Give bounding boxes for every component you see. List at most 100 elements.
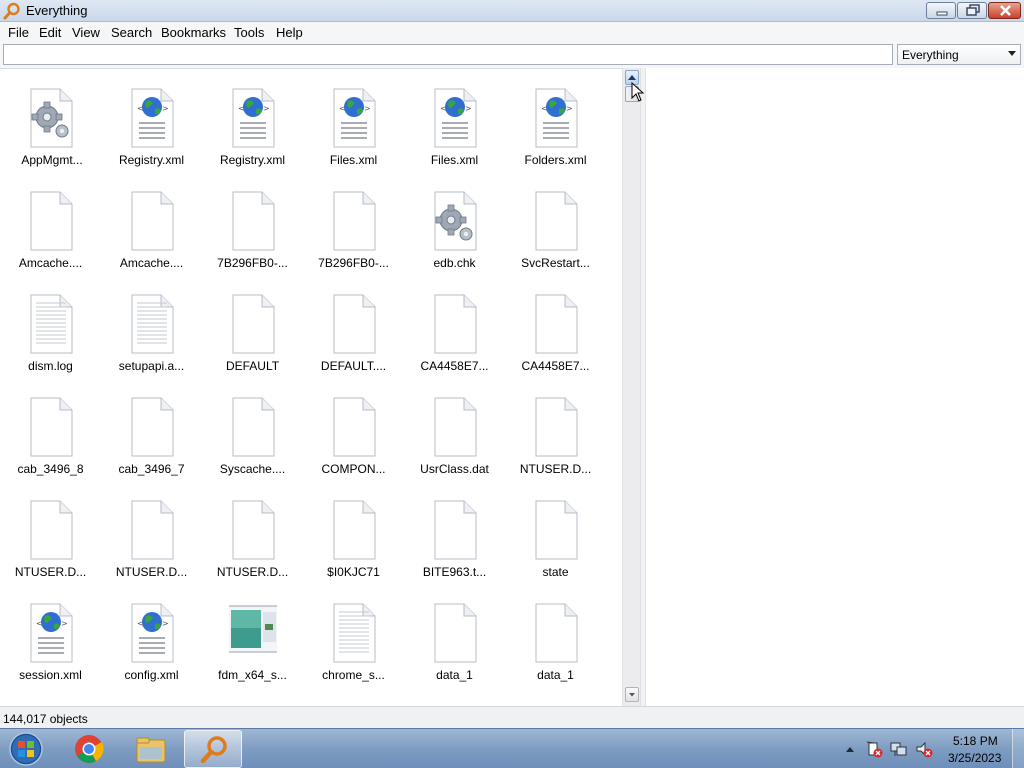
restore-icon [966,4,980,16]
xml-globe-icon: < > [434,88,477,148]
menu-edit[interactable]: Edit [39,25,61,40]
blank-file-icon [131,191,174,251]
file-item[interactable]: SvcRestart... [505,186,606,289]
blank-file-icon [333,397,376,457]
file-item[interactable]: NTUSER.D... [505,392,606,495]
file-item-label: AppMgmt... [21,153,83,167]
file-item[interactable]: < > Registry.xml [202,83,303,186]
action-center-icon[interactable] [864,739,884,759]
file-item-label: COMPON... [321,462,386,476]
blank-file-icon [30,500,73,560]
file-item[interactable]: Amcache.... [101,186,202,289]
blank-file-icon [232,397,275,457]
network-icon[interactable] [889,739,909,759]
start-button[interactable] [4,730,48,768]
xml-globe-icon: < > [333,88,376,148]
file-item[interactable]: Syscache.... [202,392,303,495]
file-item[interactable]: CA4458E7... [404,289,505,392]
file-item-label: BITE963.t... [422,565,487,579]
file-item[interactable]: state [505,495,606,598]
file-item[interactable]: < > Files.xml [404,83,505,186]
filter-dropdown[interactable]: Everything [897,44,1021,65]
file-item-label: Registry.xml [118,153,185,167]
image-thumbnail-icon [229,605,277,653]
file-item[interactable]: setupapi.a... [101,289,202,392]
menu-view[interactable]: View [72,25,100,40]
svg-text:>: > [61,619,68,628]
file-item-label: NTUSER.D... [115,565,188,579]
file-item[interactable]: Amcache.... [0,186,101,289]
svg-text:>: > [263,104,270,113]
volume-muted-icon[interactable] [914,739,934,759]
file-item[interactable]: DEFAULT [202,289,303,392]
file-item-label: session.xml [19,668,82,682]
file-item[interactable]: edb.chk [404,186,505,289]
taskbar-explorer-button[interactable] [122,730,180,768]
file-item[interactable]: dism.log [0,289,101,392]
blank-file-icon [30,191,73,251]
taskbar-chrome-button[interactable] [60,730,118,768]
clock-time[interactable]: 5:18 PM [953,734,998,748]
restore-button[interactable] [957,2,987,19]
file-item[interactable]: BITE963.t... [404,495,505,598]
file-item[interactable]: UsrClass.dat [404,392,505,495]
start-orb-icon [9,732,43,766]
blank-file-icon [232,191,275,251]
menu-tools[interactable]: Tools [234,25,264,40]
file-item-label: Files.xml [430,153,479,167]
file-item[interactable]: 7B296FB0-... [303,186,404,289]
file-item[interactable]: cab_3496_8 [0,392,101,495]
menu-bookmarks[interactable]: Bookmarks [161,25,226,40]
file-item[interactable]: DEFAULT.... [303,289,404,392]
file-item[interactable]: chrome_s... [303,598,404,701]
file-item[interactable]: 7B296FB0-... [202,186,303,289]
gear-file-icon [30,88,73,148]
file-item-label: SvcRestart... [521,256,590,270]
taskbar-everything-button[interactable] [184,730,242,768]
search-input[interactable] [3,44,893,65]
file-item[interactable]: NTUSER.D... [202,495,303,598]
file-item[interactable]: fdm_x64_s... [202,598,303,701]
clock-date[interactable]: 3/25/2023 [948,751,1001,765]
blank-file-icon [131,500,174,560]
scroll-down-button[interactable] [625,687,639,702]
close-button[interactable] [988,2,1021,19]
menu-help[interactable]: Help [276,25,303,40]
svg-text:>: > [162,619,169,628]
file-item[interactable]: cab_3496_7 [101,392,202,495]
file-item[interactable]: < > session.xml [0,598,101,701]
file-item-label: data_1 [537,668,574,682]
file-item[interactable]: COMPON... [303,392,404,495]
show-desktop-button[interactable] [1012,729,1024,768]
svg-text:<: < [137,104,144,113]
file-item[interactable]: < > Files.xml [303,83,404,186]
file-item[interactable]: data_1 [505,598,606,701]
file-item[interactable]: AppMgmt... [0,83,101,186]
blank-file-icon [232,294,275,354]
show-hidden-icons[interactable] [843,742,857,756]
file-item[interactable]: CA4458E7... [505,289,606,392]
file-item-label: Amcache.... [18,256,83,270]
file-explorer-icon [136,737,166,763]
file-item-label: NTUSER.D... [216,565,289,579]
blank-file-icon [131,397,174,457]
blank-file-icon [30,397,73,457]
file-item[interactable]: data_1 [404,598,505,701]
minimize-button[interactable] [926,2,956,19]
file-item[interactable]: NTUSER.D... [101,495,202,598]
blank-file-icon [434,500,477,560]
file-item-label: config.xml [124,668,179,682]
text-file-icon [30,294,73,354]
xml-globe-icon: < > [232,88,275,148]
vertical-scrollbar[interactable] [622,68,640,706]
file-item[interactable]: < > Folders.xml [505,83,606,186]
menu-file[interactable]: File [8,25,29,40]
menu-search[interactable]: Search [111,25,152,40]
file-item-label: CA4458E7... [521,359,590,373]
file-item-label: DEFAULT.... [320,359,387,373]
blank-file-icon [535,603,578,663]
file-item[interactable]: < > Registry.xml [101,83,202,186]
file-item[interactable]: $I0KJC71 [303,495,404,598]
file-item[interactable]: NTUSER.D... [0,495,101,598]
file-item[interactable]: < > config.xml [101,598,202,701]
